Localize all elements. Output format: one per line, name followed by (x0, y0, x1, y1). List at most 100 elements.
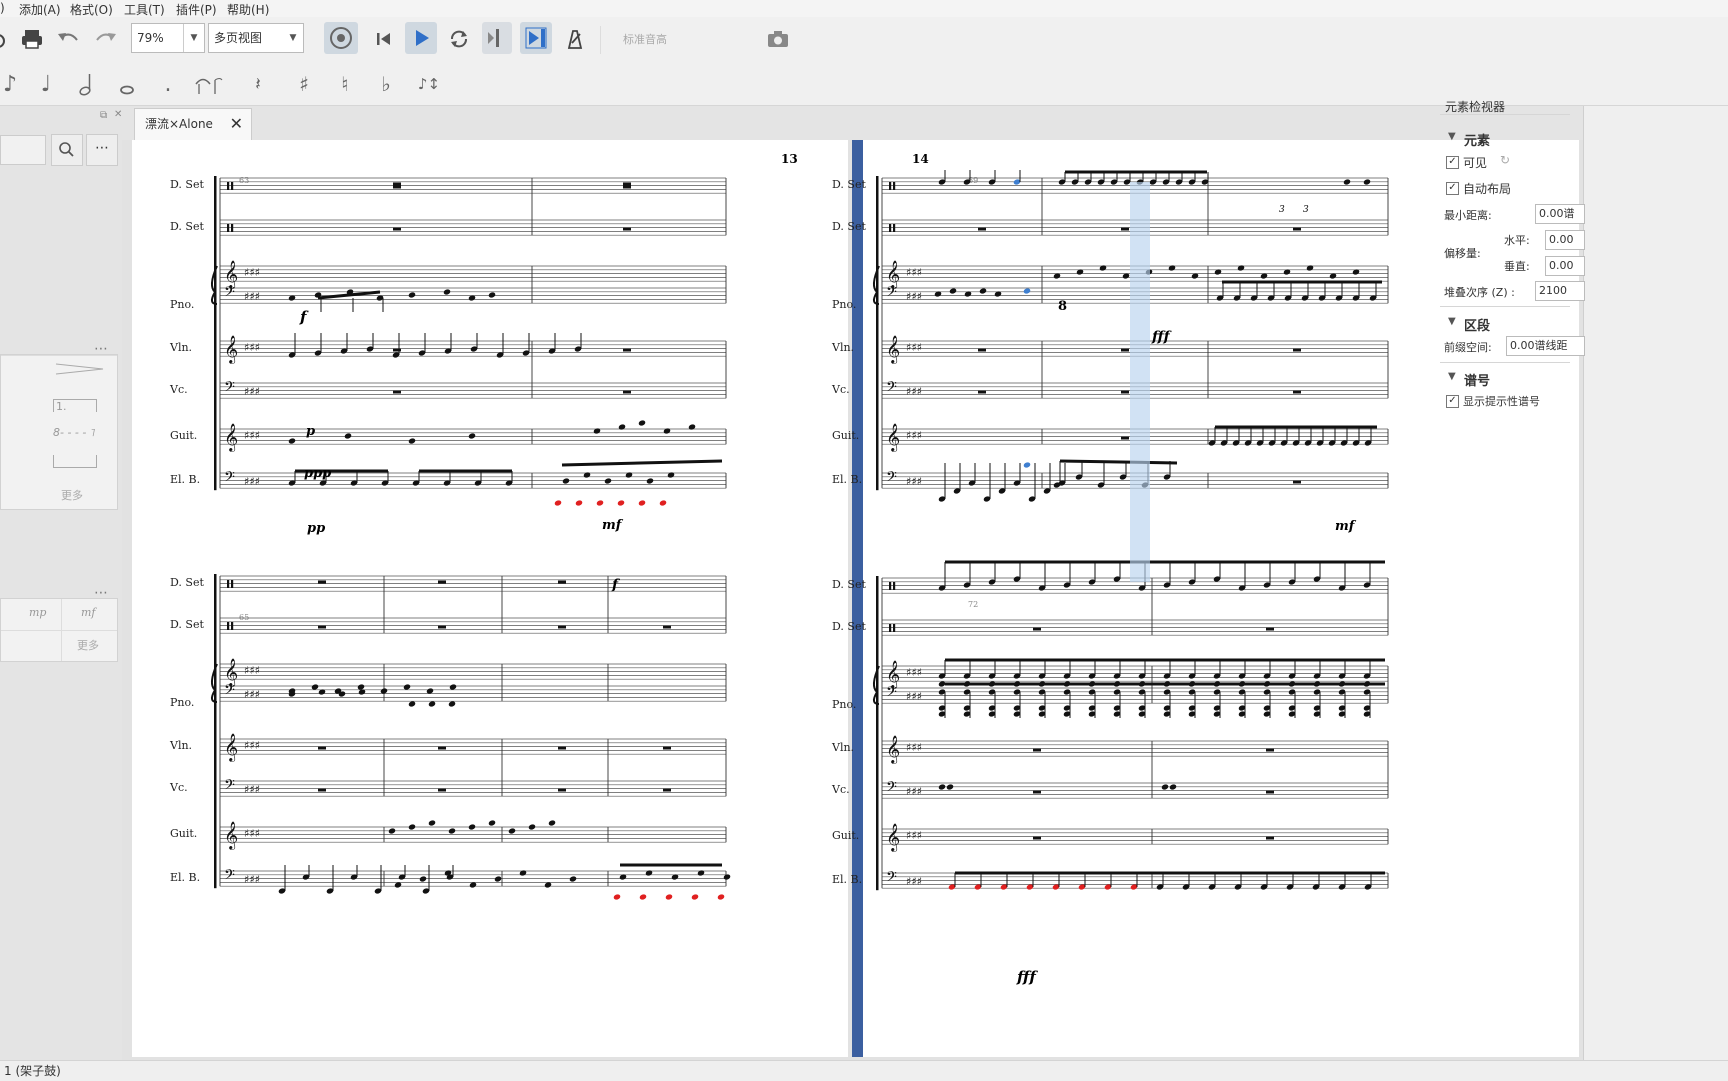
collapse-arrow-icon[interactable]: ▼ (1448, 131, 1456, 142)
whole-rest (1121, 348, 1129, 352)
natural-icon[interactable]: ♮ (336, 69, 354, 99)
percussion-clef (227, 622, 230, 630)
score-tab-bar (122, 106, 1583, 140)
note-input-mode-button[interactable] (324, 22, 358, 54)
key-signature: ♯♯♯ (906, 385, 922, 398)
camera-icon[interactable] (764, 25, 792, 53)
loop-icon[interactable] (445, 25, 473, 53)
print-icon[interactable] (18, 25, 46, 53)
undo-icon[interactable] (54, 25, 82, 53)
note-head (946, 784, 954, 790)
menu-fragment[interactable]: ) (0, 1, 5, 15)
collapse-arrow-icon[interactable]: ▼ (1448, 371, 1456, 382)
inspector-panel (1583, 106, 1728, 1060)
more-button[interactable]: 更多 (77, 637, 99, 653)
note-head (688, 424, 696, 430)
dynamic-mp[interactable]: mp (29, 606, 46, 619)
whole-note-icon[interactable] (117, 69, 137, 99)
tie-icon[interactable] (193, 69, 223, 99)
dynamics-palette: mp mf 更多 (0, 598, 118, 662)
instrument-label: Vln. (831, 741, 854, 754)
note-head (659, 500, 667, 506)
leading-space-input[interactable]: 0.00谱线距 (1506, 336, 1585, 356)
divider (1440, 362, 1570, 363)
show-courtesy-checkbox[interactable]: ✓ (1446, 395, 1459, 408)
score-notation[interactable]: 13 14 63 65 69 72 D. SetD. SetPno.Vln.Vc… (122, 140, 1583, 1060)
whole-rest (393, 390, 401, 394)
whole-rest (623, 227, 631, 231)
palette-search-button[interactable] (51, 134, 83, 166)
whole-rest (438, 580, 446, 584)
half-note-icon[interactable] (76, 69, 96, 99)
separator (600, 26, 601, 54)
menu-plugins[interactable]: 插件(P) (176, 1, 217, 18)
dynamic-mf[interactable]: mf (81, 606, 96, 619)
loop-in-button[interactable] (482, 22, 512, 54)
flat-icon[interactable]: ♭ (377, 69, 395, 99)
whole-rest (318, 625, 326, 629)
section-element-header[interactable]: 元素 (1464, 130, 1490, 149)
measure-number: 65 (239, 613, 249, 622)
rest-icon[interactable]: 𝄽 (247, 69, 269, 99)
note-beam (1059, 459, 1178, 465)
vertical-offset-input[interactable]: 0.00 (1545, 256, 1585, 276)
key-signature: ♯♯♯ (244, 783, 260, 796)
eighth-note-icon[interactable]: ♪ (0, 69, 20, 99)
note-head (1306, 265, 1314, 271)
whole-rest (438, 746, 446, 750)
loop-out-button[interactable] (520, 22, 552, 54)
menu-add[interactable]: 添加(A) (19, 1, 61, 18)
section-segment-header[interactable]: 区段 (1464, 315, 1490, 334)
measure-selection[interactable] (1130, 182, 1150, 582)
zoom-combo[interactable]: 79% ▼ (131, 23, 205, 53)
flip-direction-icon[interactable]: ♪↕ (416, 69, 442, 99)
ottava-cell[interactable]: 8- - - - ˥ (53, 426, 95, 439)
view-mode-combo[interactable]: 多页视图 ▼ (208, 23, 304, 53)
visible-checkbox[interactable]: ✓ (1446, 156, 1459, 169)
tab-score[interactable]: 漂流×Alone ✕ (134, 108, 252, 140)
tuplet-number: 3 (1303, 205, 1309, 215)
auto-place-checkbox[interactable]: ✓ (1446, 182, 1459, 195)
close-icon[interactable]: ✕ (230, 109, 243, 139)
note-head (1023, 462, 1031, 468)
sharp-icon[interactable]: ♯ (295, 69, 313, 99)
reset-icon[interactable]: ↻ (1500, 153, 1510, 167)
divider (1440, 306, 1570, 307)
note-head (638, 420, 646, 426)
menu-help[interactable]: 帮助(H) (227, 1, 269, 18)
metronome-icon[interactable] (560, 25, 588, 53)
pedal-line-icon[interactable] (53, 455, 97, 468)
redo-icon[interactable] (92, 25, 120, 53)
section-clef-header[interactable]: 谱号 (1464, 370, 1490, 389)
instrument-label: Guit. (170, 429, 197, 442)
percussion-clef (231, 224, 234, 232)
volta-cell[interactable]: 1. (53, 399, 97, 413)
menu-tools[interactable]: 工具(T) (124, 1, 165, 18)
collapse-arrow-icon[interactable]: ▼ (1448, 316, 1456, 327)
concert-pitch-button[interactable]: 标准音高 (610, 25, 680, 53)
whole-rest (1293, 348, 1301, 352)
key-signature: ♯♯♯ (244, 429, 260, 442)
dot-icon[interactable]: . (160, 69, 176, 99)
piano-octave-mark: 8 (1058, 299, 1067, 314)
instrument-label: D. Set (170, 220, 204, 233)
save-icon[interactable] (0, 27, 12, 55)
palette-search-input[interactable] (0, 135, 46, 165)
whole-rest (1033, 627, 1041, 631)
quarter-note-icon[interactable]: ♩ (36, 69, 56, 99)
note-head (562, 478, 570, 484)
rewind-icon[interactable] (371, 25, 397, 53)
horizontal-offset-input[interactable]: 0.00 (1545, 230, 1585, 250)
menu-format[interactable]: 格式(O) (70, 1, 113, 18)
visible-label: 可见 (1463, 156, 1488, 170)
whole-rest (1121, 436, 1129, 440)
palette-menu-button[interactable]: ⋯ (86, 134, 118, 166)
hairpin-decrescendo-icon[interactable] (53, 359, 111, 379)
stacking-order-input[interactable]: 2100 (1535, 281, 1585, 301)
play-button[interactable] (405, 22, 437, 54)
min-distance-input[interactable]: 0.00谱 (1535, 204, 1585, 224)
float-icon[interactable]: ⧉ (100, 110, 107, 121)
score-canvas[interactable]: 13 14 63 65 69 72 D. Set D. Set Pno. Vln. Vc… (122, 140, 1583, 1060)
more-button[interactable]: 更多 (61, 487, 83, 503)
instrument-label: Vln. (169, 739, 192, 752)
